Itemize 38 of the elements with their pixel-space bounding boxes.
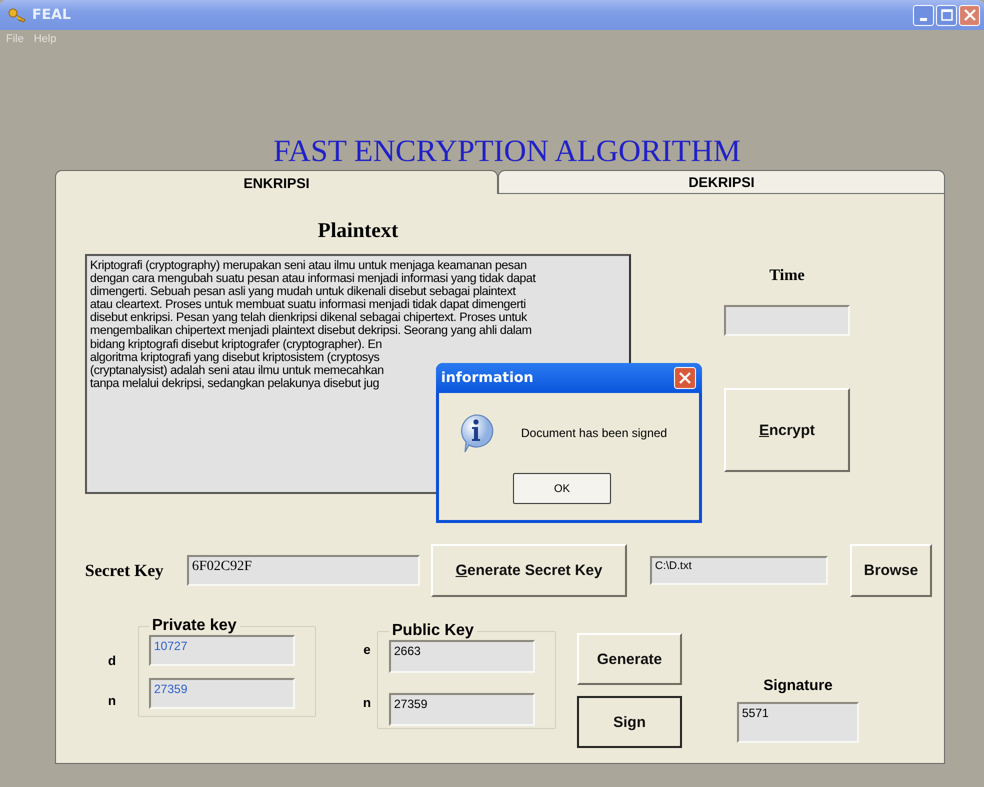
close-button[interactable]	[674, 367, 696, 389]
ok-button[interactable]: OK	[513, 473, 611, 504]
secret-key-label: Secret Key	[85, 560, 165, 580]
maximize-icon	[940, 9, 952, 21]
signature-field[interactable]: 5571	[737, 702, 859, 743]
key-label: n	[107, 693, 117, 708]
group-title: Public Key	[391, 622, 475, 640]
key-label: d	[107, 653, 117, 668]
key-field[interactable]: 27359	[149, 678, 295, 709]
key-field[interactable]: 2663	[389, 640, 535, 673]
key-icon	[8, 7, 28, 23]
action-button[interactable]: Generate	[577, 633, 682, 685]
key-field[interactable]: 10727	[149, 635, 295, 666]
close-icon	[679, 372, 691, 384]
maximize-button[interactable]	[936, 4, 957, 26]
close-icon	[964, 9, 976, 21]
time-label: Time	[769, 267, 805, 285]
encrypt-button[interactable]: Encrypt	[724, 388, 850, 472]
close-button[interactable]	[959, 4, 980, 26]
key-label: e	[362, 642, 372, 657]
file-path-field[interactable]: C:\D.txt	[650, 556, 828, 585]
key-field[interactable]: 27359	[389, 693, 535, 726]
secret-key-field[interactable]: 6F02C92F	[187, 555, 420, 586]
app-heading: FAST ENCRYPTION ALGORITHM	[272, 133, 742, 170]
window-title: FEAL	[32, 7, 71, 23]
key-label: n	[362, 695, 372, 710]
group-title: Private key	[151, 617, 238, 635]
generate-secret-key-button[interactable]: Generate Secret Key	[431, 544, 627, 597]
dialog-title: information	[441, 370, 534, 386]
time-field[interactable]	[724, 305, 850, 336]
tab[interactable]: ENKRIPSI	[55, 170, 498, 194]
minimize-button[interactable]	[913, 4, 934, 26]
browse-button[interactable]: Browse	[850, 544, 932, 597]
plaintext-label: Plaintext	[318, 218, 398, 244]
signature-label: Signature	[763, 677, 833, 694]
tab[interactable]: DEKRIPSI	[498, 170, 945, 194]
action-button[interactable]: Sign	[577, 696, 682, 748]
minimize-icon	[920, 18, 927, 20]
